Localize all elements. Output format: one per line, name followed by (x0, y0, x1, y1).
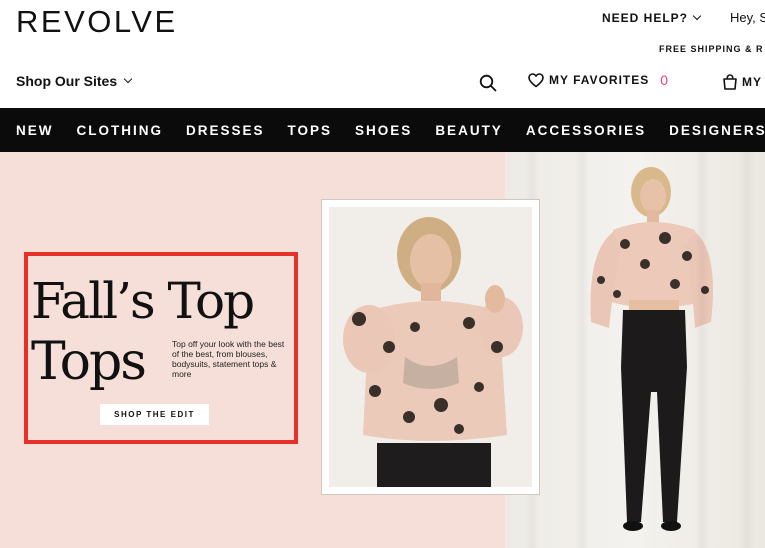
account-greeting[interactable]: Hey, S (730, 10, 765, 25)
chevron-down-icon (123, 74, 133, 84)
my-bag-link[interactable]: MY (722, 74, 762, 90)
model-figure-image (590, 167, 713, 531)
my-favorites-label: MY FAVORITES (549, 73, 650, 87)
promo-headline-line1: Fall’s Top (31, 272, 255, 330)
my-bag-label: MY (742, 75, 762, 89)
promo-description: Top off your look with the best of the b… (172, 339, 285, 379)
nav-item-beauty[interactable]: BEAUTY (435, 123, 503, 138)
nav-item-accessories[interactable]: ACCESSORIES (526, 123, 646, 138)
free-shipping-banner[interactable]: FREE SHIPPING & R (659, 44, 764, 54)
nav-item-tops[interactable]: TOPS (288, 123, 333, 138)
shop-the-edit-button[interactable]: SHOP THE EDIT (100, 404, 209, 425)
need-help-label: NEED HELP? (602, 11, 689, 25)
hero-model-photo[interactable] (505, 152, 765, 548)
shop-our-sites-label: Shop Our Sites (16, 73, 118, 89)
framed-product-photo[interactable] (321, 199, 540, 495)
shop-our-sites-dropdown[interactable]: Shop Our Sites (16, 73, 133, 89)
nav-item-designers[interactable]: DESIGNERS (669, 123, 765, 138)
promo-headline-line2: Tops (31, 332, 147, 392)
favorites-count-badge: 0 (660, 72, 670, 88)
nav-item-new[interactable]: NEW (16, 123, 54, 138)
model-portrait-image (329, 207, 532, 487)
search-icon[interactable] (479, 74, 497, 92)
nav-item-dresses[interactable]: DRESSES (186, 123, 265, 138)
need-help-menu[interactable]: NEED HELP? (602, 11, 702, 25)
shopping-bag-icon (723, 74, 737, 90)
nav-item-shoes[interactable]: SHOES (355, 123, 412, 138)
chevron-down-icon (692, 11, 702, 21)
nav-item-clothing[interactable]: CLOTHING (77, 123, 164, 138)
my-favorites-link[interactable]: MY FAVORITES 0 (528, 72, 669, 88)
heart-icon (528, 72, 544, 87)
main-navigation: NEW CLOTHING DRESSES TOPS SHOES BEAUTY A… (0, 108, 765, 152)
revolve-logo[interactable]: REVOLVE (16, 4, 178, 40)
